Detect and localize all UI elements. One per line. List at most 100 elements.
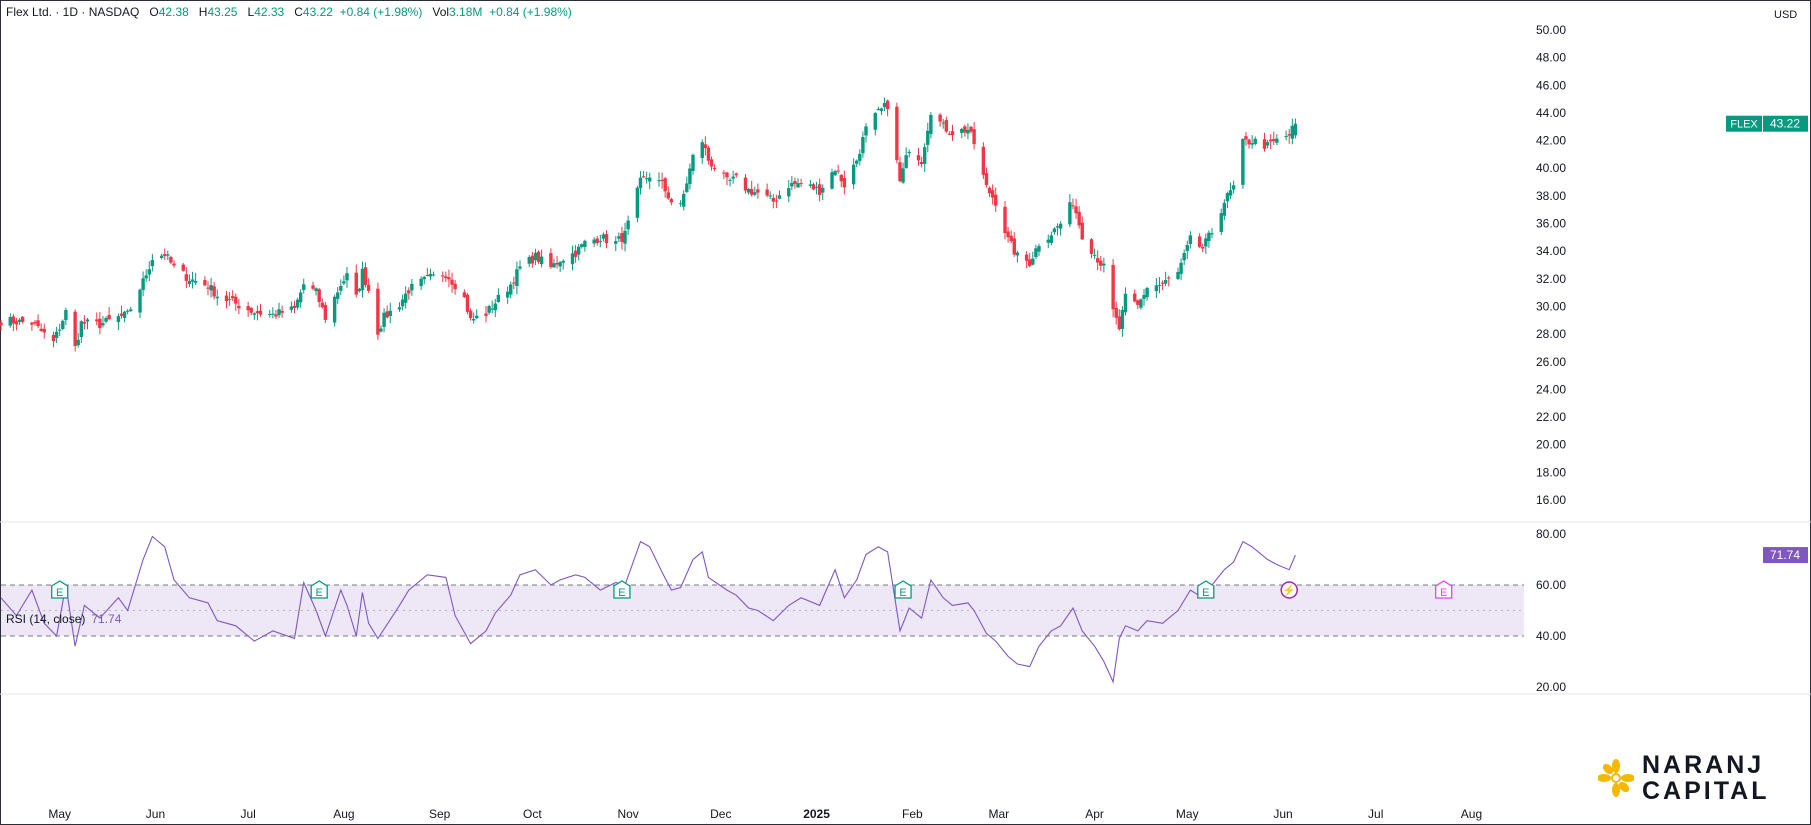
candle-body[interactable] bbox=[580, 244, 584, 247]
candle-body[interactable] bbox=[95, 319, 99, 322]
candle-body[interactable] bbox=[277, 309, 281, 316]
candle-body[interactable] bbox=[691, 154, 695, 171]
candle-body[interactable] bbox=[17, 319, 22, 322]
candle-body[interactable] bbox=[382, 312, 386, 327]
candle-body[interactable] bbox=[116, 316, 121, 323]
candle-body[interactable] bbox=[11, 316, 16, 324]
candle-body[interactable] bbox=[666, 192, 670, 199]
candle-body[interactable] bbox=[1145, 288, 1149, 298]
candle-body[interactable] bbox=[1219, 213, 1223, 232]
candle-body[interactable] bbox=[536, 251, 541, 262]
candle-body[interactable] bbox=[255, 311, 260, 314]
candle-body[interactable] bbox=[1089, 239, 1094, 254]
candle-body[interactable] bbox=[722, 172, 726, 174]
candle-body[interactable] bbox=[79, 321, 84, 338]
candle-body[interactable] bbox=[1095, 258, 1100, 263]
candle-body[interactable] bbox=[777, 195, 782, 199]
candle-body[interactable] bbox=[512, 282, 516, 284]
candle-body[interactable] bbox=[295, 299, 300, 308]
candle-body[interactable] bbox=[1250, 143, 1254, 145]
candle-body[interactable] bbox=[1099, 260, 1103, 266]
candle-body[interactable] bbox=[1163, 279, 1168, 284]
candle-body[interactable] bbox=[688, 168, 692, 184]
candle-body[interactable] bbox=[125, 310, 130, 312]
candle-body[interactable] bbox=[462, 292, 467, 298]
candle-body[interactable] bbox=[922, 147, 927, 164]
candle-body[interactable] bbox=[1142, 295, 1146, 299]
candle-body[interactable] bbox=[104, 318, 108, 322]
candle-body[interactable] bbox=[61, 320, 65, 330]
candle-body[interactable] bbox=[746, 188, 751, 193]
candle-body[interactable] bbox=[749, 188, 754, 195]
candle-body[interactable] bbox=[468, 310, 473, 318]
candle-body[interactable] bbox=[648, 177, 652, 182]
candle-body[interactable] bbox=[703, 144, 708, 149]
candle-body[interactable] bbox=[345, 273, 349, 281]
candle-body[interactable] bbox=[623, 230, 627, 244]
candle-body[interactable] bbox=[268, 313, 272, 315]
candle-body[interactable] bbox=[753, 192, 757, 195]
candle-body[interactable] bbox=[332, 296, 337, 323]
candle-body[interactable] bbox=[403, 293, 408, 303]
candle-body[interactable] bbox=[1071, 205, 1075, 207]
candle-body[interactable] bbox=[700, 142, 704, 159]
candle-body[interactable] bbox=[14, 321, 19, 325]
symbol-title[interactable]: Flex Ltd. · 1D · NASDAQ bbox=[6, 5, 139, 19]
candle-body[interactable] bbox=[425, 274, 430, 276]
candle-body[interactable] bbox=[317, 289, 321, 302]
candle-body[interactable] bbox=[576, 246, 581, 255]
candle-body[interactable] bbox=[1111, 264, 1115, 310]
candle-body[interactable] bbox=[641, 176, 646, 178]
candle-body[interactable] bbox=[1102, 263, 1106, 266]
candle-body[interactable] bbox=[428, 273, 433, 277]
candle-body[interactable] bbox=[518, 266, 522, 269]
candle-body[interactable] bbox=[864, 126, 868, 136]
candle-body[interactable] bbox=[30, 322, 34, 325]
candle-body[interactable] bbox=[561, 260, 565, 263]
candle-body[interactable] bbox=[298, 292, 303, 303]
candle-body[interactable] bbox=[1188, 235, 1193, 244]
candle-body[interactable] bbox=[280, 310, 284, 313]
candle-body[interactable] bbox=[595, 238, 599, 243]
candle-body[interactable] bbox=[1185, 245, 1189, 251]
candle-body[interactable] bbox=[1157, 284, 1162, 286]
candle-body[interactable] bbox=[234, 296, 238, 304]
candle-body[interactable] bbox=[1241, 138, 1245, 185]
candle-body[interactable] bbox=[323, 304, 328, 320]
candle-body[interactable] bbox=[1167, 277, 1171, 279]
candle-body[interactable] bbox=[830, 172, 834, 189]
candle-body[interactable] bbox=[817, 184, 822, 195]
candle-body[interactable] bbox=[490, 308, 494, 310]
candle-body[interactable] bbox=[1058, 223, 1063, 229]
candle-body[interactable] bbox=[873, 113, 877, 130]
candle-body[interactable] bbox=[215, 296, 219, 299]
candle-body[interactable] bbox=[98, 318, 102, 329]
candle-body[interactable] bbox=[533, 252, 538, 261]
candle-body[interactable] bbox=[861, 137, 865, 154]
candle-body[interactable] bbox=[8, 317, 12, 326]
candle-body[interactable] bbox=[227, 298, 232, 300]
candle-body[interactable] bbox=[885, 100, 890, 110]
candle-body[interactable] bbox=[774, 200, 779, 202]
candle-body[interactable] bbox=[342, 281, 346, 284]
candle-body[interactable] bbox=[882, 102, 887, 108]
candle-body[interactable] bbox=[963, 126, 967, 133]
candle-body[interactable] bbox=[1136, 300, 1140, 305]
candle-body[interactable] bbox=[20, 316, 25, 322]
candle-body[interactable] bbox=[839, 175, 843, 182]
candle-body[interactable] bbox=[926, 130, 930, 145]
candle-body[interactable] bbox=[851, 164, 856, 185]
candle-body[interactable] bbox=[1290, 125, 1295, 139]
candle-body[interactable] bbox=[271, 313, 275, 315]
candle-body[interactable] bbox=[558, 262, 562, 267]
candle-body[interactable] bbox=[1092, 254, 1097, 256]
candle-body[interactable] bbox=[570, 253, 575, 265]
candle-body[interactable] bbox=[107, 314, 111, 320]
candle-body[interactable] bbox=[984, 173, 989, 185]
candle-body[interactable] bbox=[1231, 185, 1236, 190]
candle-body[interactable] bbox=[1003, 206, 1007, 234]
candle-body[interactable] bbox=[169, 256, 173, 263]
candle-body[interactable] bbox=[1244, 136, 1248, 140]
candle-body[interactable] bbox=[1179, 262, 1183, 274]
rsi-title[interactable]: RSI (14, close) bbox=[6, 612, 85, 626]
